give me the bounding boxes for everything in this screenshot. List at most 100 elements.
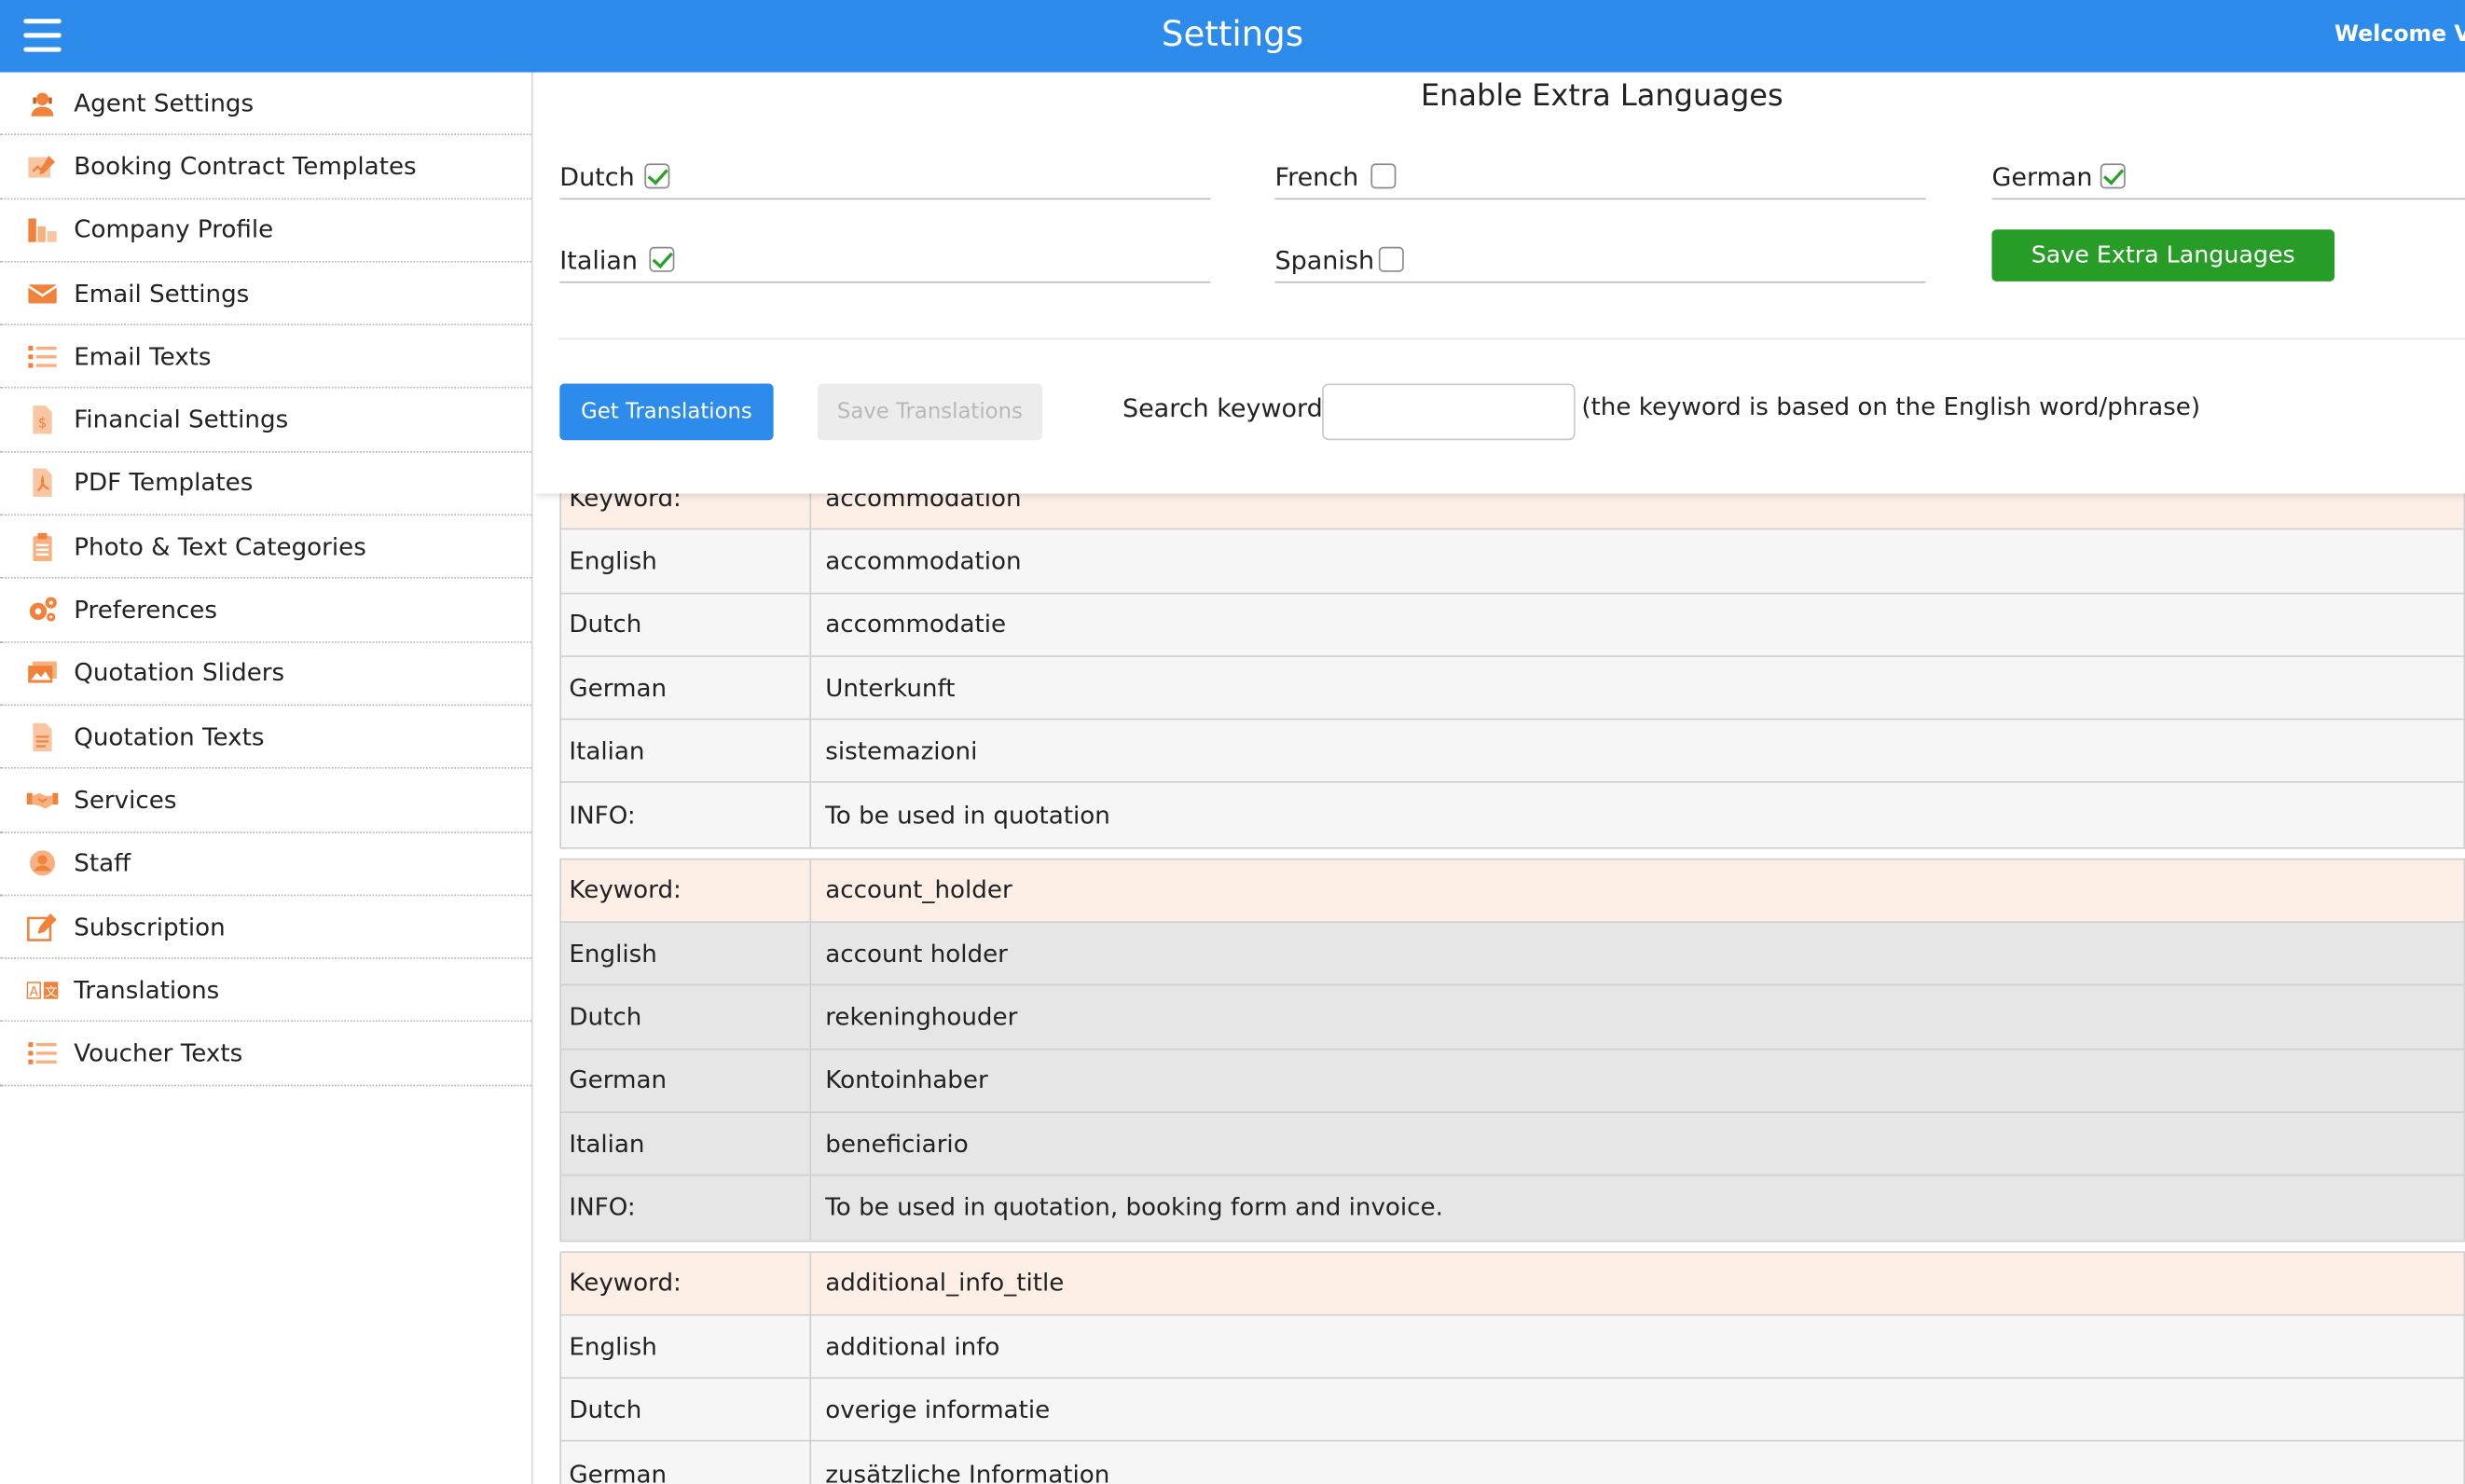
sidebar-item-staff[interactable]: Staff (0, 832, 531, 897)
sidebar-item-quotation-sliders[interactable]: Quotation Sliders (0, 642, 531, 707)
table-row: Dutch accommodatie (560, 593, 2464, 657)
sidebar-item-booking-contract-templates[interactable]: Booking Contract Templates (0, 136, 531, 199)
envelope-icon (27, 278, 59, 309)
company-icon (27, 214, 59, 246)
sidebar-item-email-texts[interactable]: Email Texts (0, 325, 531, 390)
table-row: Keyword: additional_info_title (560, 1252, 2464, 1316)
row-value[interactable]: Kontoinhaber (811, 1050, 2463, 1111)
translation-table: Keyword: account_holder English account … (559, 858, 2465, 1242)
translation-table: Keyword: accommodation English accommoda… (559, 465, 2465, 849)
sidebar-item-label: PDF Templates (74, 469, 254, 498)
sidebar-item-subscription[interactable]: Subscription (0, 896, 531, 959)
row-key: INFO: (561, 783, 812, 847)
row-value[interactable]: Unterkunft (811, 657, 2463, 719)
row-value[interactable]: To be used in quotation, booking form an… (811, 1176, 2463, 1240)
sidebar-item-company-profile[interactable]: Company Profile (0, 199, 531, 263)
row-value[interactable]: account holder (811, 923, 2463, 984)
table-row: English account holder (560, 923, 2464, 987)
row-value[interactable]: accommodation (811, 530, 2463, 592)
sidebar-item-label: Staff (74, 849, 131, 878)
sidebar-item-pdf-templates[interactable]: PDF Templates (0, 452, 531, 516)
section-title: Enable Extra Languages (1420, 78, 1783, 114)
translations-list: Keyword: accommodation English accommoda… (559, 465, 2465, 1484)
language-field-dutch: Dutch (559, 156, 1211, 200)
table-row: German Kontoinhaber (560, 1049, 2464, 1113)
language-label: Spanish (1274, 245, 1375, 276)
row-key: Italian (561, 720, 812, 782)
save-extra-languages-button[interactable]: Save Extra Languages (1991, 229, 2335, 282)
save-translations-button[interactable]: Save Translations (817, 383, 1042, 441)
get-translations-button[interactable]: Get Translations (559, 383, 774, 441)
financial-document-icon: $ (27, 405, 59, 436)
sidebar-item-preferences[interactable]: Preferences (0, 579, 531, 643)
sidebar-item-agent-settings[interactable]: Agent Settings (0, 73, 531, 136)
table-row: Italian sistemazioni (560, 720, 2464, 784)
sidebar-item-label: Financial Settings (74, 405, 289, 434)
row-value[interactable]: overige informatie (811, 1379, 2463, 1440)
list-icon (27, 341, 59, 373)
sidebar-item-financial-settings[interactable]: $ Financial Settings (0, 389, 531, 453)
row-value[interactable]: To be used in quotation (811, 784, 2463, 847)
dutch-checkbox[interactable] (644, 163, 670, 189)
document-icon (27, 721, 59, 752)
sidebar-item-label: Email Settings (74, 279, 250, 308)
search-keyword-input[interactable] (1322, 383, 1576, 441)
user-icon (27, 847, 59, 879)
language-label: German (1991, 161, 2093, 192)
top-bar: Settings Welcome Vi (0, 0, 2465, 73)
welcome-text[interactable]: Welcome Vi (2334, 0, 2465, 73)
german-checkbox[interactable] (2100, 163, 2126, 189)
sidebar-item-label: Subscription (74, 912, 226, 941)
pdf-icon (27, 468, 59, 500)
sidebar-item-label: Photo & Text Categories (74, 532, 366, 561)
sidebar-item-label: Translations (74, 975, 220, 1005)
search-hint: (the keyword is based on the English wor… (1581, 392, 2201, 421)
svg-text:$: $ (38, 415, 48, 432)
list-icon (27, 1037, 59, 1069)
language-field-italian: Italian (559, 239, 1211, 283)
main-content: Enable Extra Languages Dutch French Germ… (534, 72, 2465, 1484)
row-key: Italian (561, 1112, 812, 1175)
table-row: Dutch rekeninghouder (560, 986, 2464, 1050)
row-key: German (561, 656, 812, 720)
row-value[interactable]: additional_info_title (811, 1252, 2463, 1313)
spanish-checkbox[interactable] (1378, 246, 1404, 272)
page-title: Settings (1161, 15, 1304, 56)
row-key: Dutch (561, 1379, 812, 1441)
sidebar-item-label: Company Profile (74, 215, 274, 244)
row-key: Keyword: (561, 859, 812, 922)
row-key: English (561, 923, 812, 985)
row-value[interactable]: beneficiario (811, 1113, 2463, 1175)
table-row: Italian beneficiario (560, 1112, 2464, 1176)
table-row: Keyword: account_holder (560, 859, 2464, 924)
sidebar-item-voucher-texts[interactable]: Voucher Texts (0, 1023, 531, 1086)
sidebar-item-label: Preferences (74, 596, 217, 625)
clipboard-icon (27, 531, 59, 563)
row-value[interactable]: accommodatie (811, 594, 2463, 655)
divider (558, 337, 2465, 340)
sidebar: Agent Settings Booking Contract Template… (0, 72, 533, 1484)
agent-icon (27, 88, 59, 119)
row-key: INFO: (561, 1175, 812, 1240)
svg-text:文: 文 (45, 984, 58, 999)
sidebar-item-email-settings[interactable]: Email Settings (0, 262, 531, 326)
contract-icon (27, 151, 59, 183)
row-value[interactable]: account_holder (811, 859, 2463, 921)
row-value[interactable]: sistemazioni (811, 721, 2463, 782)
sidebar-item-services[interactable]: Services (0, 769, 531, 833)
sidebar-item-label: Voucher Texts (74, 1038, 243, 1068)
handshake-icon (26, 784, 59, 816)
row-value[interactable]: additional info (811, 1315, 2463, 1377)
language-label: Italian (559, 245, 638, 276)
sidebar-item-photo-text-categories[interactable]: Photo & Text Categories (0, 515, 531, 580)
sidebar-item-translations[interactable]: A文 Translations (0, 959, 531, 1023)
french-checkbox[interactable] (1370, 163, 1397, 189)
translation-table: Keyword: additional_info_title English a… (559, 1250, 2465, 1484)
language-label: French (1274, 161, 1359, 192)
sidebar-item-quotation-texts[interactable]: Quotation Texts (0, 706, 531, 770)
italian-checkbox[interactable] (649, 246, 675, 272)
row-key: English (561, 1315, 812, 1378)
row-value[interactable]: rekeninghouder (811, 986, 2463, 1048)
row-value[interactable]: zusätzliche Information (811, 1442, 2463, 1484)
table-row: INFO: To be used in quotation, booking f… (560, 1175, 2464, 1240)
